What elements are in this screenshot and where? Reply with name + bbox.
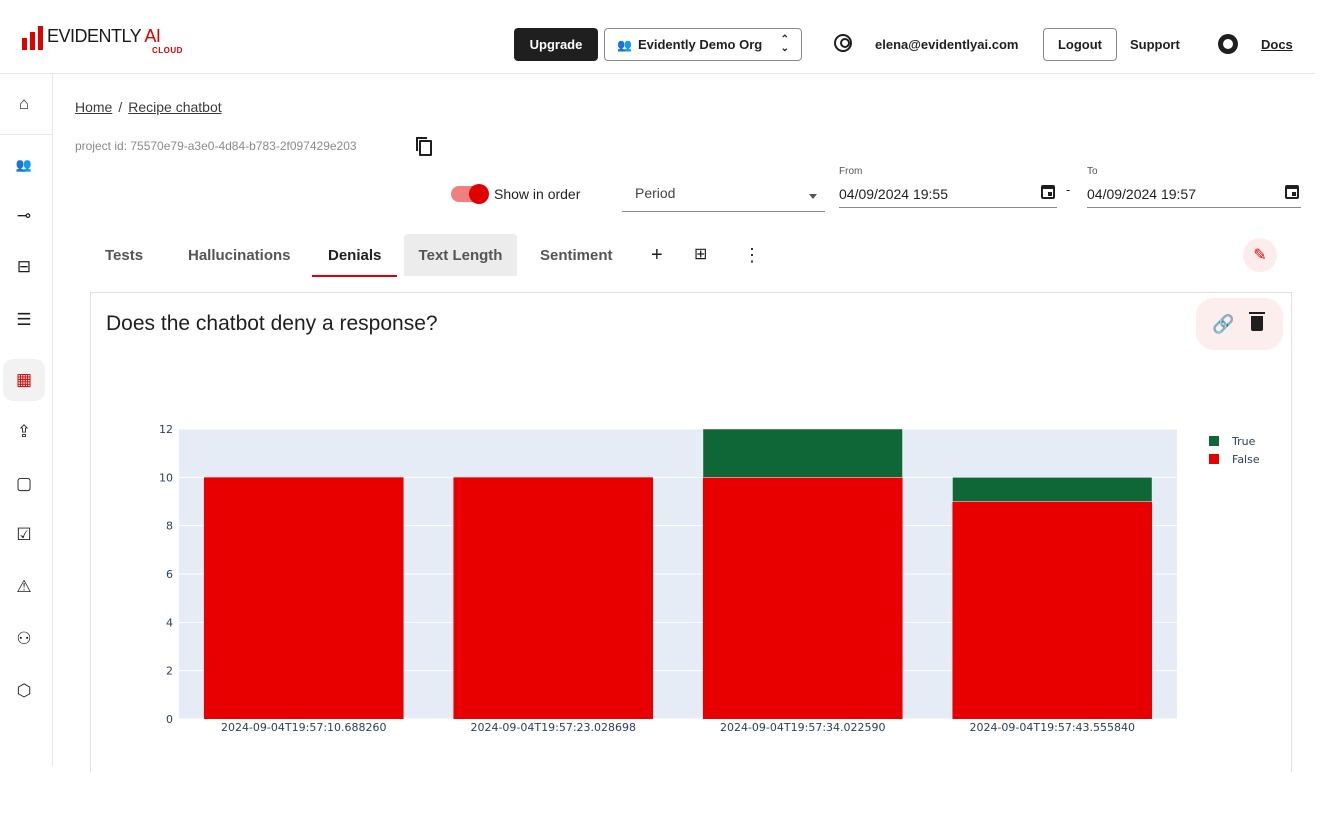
project-id: project id: 75570e79-a3e0-4d84-b783-2f09…: [75, 139, 357, 153]
bar-true: [702, 428, 903, 478]
sidebar-item-alerts[interactable]: ⚠: [3, 566, 45, 608]
y-tick-label: 6: [166, 568, 173, 581]
top-header: EVIDENTLY AI CLOUD Upgrade 👥 Evidently D…: [0, 0, 1315, 74]
legend-swatch: [1209, 454, 1219, 464]
tab-sentiment[interactable]: Sentiment: [524, 234, 629, 276]
more-vert-icon[interactable]: ⋮: [743, 244, 761, 266]
breadcrumb-separator: /: [118, 99, 123, 115]
sidebar-item-tests[interactable]: ☑: [3, 514, 45, 556]
to-label: To: [1087, 166, 1098, 177]
calendar-icon[interactable]: [1041, 185, 1055, 199]
tab-text-length[interactable]: Text Length: [404, 234, 517, 276]
add-tab-icon[interactable]: +: [651, 244, 663, 266]
date-range-dash: -: [1066, 182, 1071, 197]
copy-icon[interactable]: [416, 137, 432, 156]
show-in-order-label: Show in order: [494, 186, 581, 202]
to-value: 04/09/2024 19:57: [1087, 186, 1196, 202]
key-icon: ⊸: [16, 206, 32, 225]
show-in-order-toggle[interactable]: [451, 184, 489, 204]
from-label: From: [839, 166, 863, 177]
org-selector[interactable]: 👥 Evidently Demo Org ⌃ ⌄: [604, 28, 802, 61]
denials-bar-chart: 0 2 4 6 8 10 12 2024-09-04T19:57:10.688260 2024-…: [159, 423, 1260, 734]
to-date-field[interactable]: To 04/09/2024 19:57: [1087, 166, 1301, 208]
sidebar-item-keys[interactable]: ⊸: [3, 195, 45, 237]
breadcrumb-project[interactable]: Recipe chatbot: [128, 99, 221, 115]
warning-icon: ⚠: [16, 577, 32, 596]
x-tick-label: 2024-09-04T19:57:10.688260: [221, 721, 387, 734]
bar-false: [952, 501, 1153, 719]
panels-icon: ▦: [15, 370, 33, 389]
calendar-icon[interactable]: [1285, 185, 1299, 199]
tab-hallucinations[interactable]: Hallucinations: [172, 234, 307, 276]
cube-icon: ⬡: [16, 681, 32, 700]
legend-label: False: [1232, 453, 1260, 466]
docs-link[interactable]: Docs: [1261, 37, 1293, 52]
report-icon: ▢: [15, 474, 33, 493]
x-tick-label: 2024-09-04T19:57:43.555840: [969, 721, 1135, 734]
upload-icon: ⇪: [16, 422, 32, 441]
logo-sub: CLOUD: [152, 46, 183, 55]
user-email: elena@evidentlyai.com: [875, 37, 1019, 52]
y-tick-label: 10: [159, 471, 173, 484]
upgrade-button[interactable]: Upgrade: [514, 28, 598, 61]
caret-down-icon: [809, 194, 817, 199]
y-tick-label: 8: [166, 520, 173, 533]
x-tick-label: 2024-09-04T19:57:34.022590: [720, 721, 886, 734]
y-tick-label: 4: [166, 616, 173, 629]
y-tick-label: 2: [166, 665, 173, 678]
logo-bars-icon: [22, 26, 43, 50]
breadcrumb: Home / Recipe chatbot: [75, 99, 222, 115]
sidebar-item-users[interactable]: 👥: [3, 144, 45, 186]
account-circle-icon[interactable]: [834, 34, 852, 52]
chevron-updown-icon: ⌃ ⌄: [780, 34, 789, 54]
pencil-icon: ✎: [1253, 247, 1267, 264]
sidebar-item-add-user[interactable]: ⚇: [3, 618, 45, 660]
period-select[interactable]: Period: [622, 176, 825, 212]
evidently-logo[interactable]: EVIDENTLY AI CLOUD: [22, 26, 182, 55]
sidebar-item-cube[interactable]: ⬡: [3, 670, 45, 712]
chart-panel: Does the chatbot deny a response? 🔗 0246…: [90, 292, 1292, 772]
org-name: Evidently Demo Org: [637, 37, 763, 52]
from-date-field[interactable]: From 04/09/2024 19:55: [839, 166, 1057, 208]
dashboard-icon: ⊟: [16, 257, 32, 276]
sidebar-item-list[interactable]: ☰: [3, 299, 45, 341]
sidebar-item-panels[interactable]: ▦: [3, 359, 45, 401]
breadcrumb-home[interactable]: Home: [75, 99, 112, 115]
home-icon: ⌂: [18, 94, 30, 113]
support-link[interactable]: Support: [1130, 37, 1180, 52]
list-icon: ☰: [16, 310, 32, 329]
bar-true: [952, 477, 1153, 502]
legend-label: True: [1231, 435, 1256, 448]
from-value: 04/09/2024 19:55: [839, 186, 948, 202]
sidebar-item-upload[interactable]: ⇪: [3, 411, 45, 453]
bar-false: [702, 477, 903, 719]
y-tick-label: 0: [166, 713, 173, 726]
edit-button[interactable]: ✎: [1243, 238, 1277, 272]
github-icon[interactable]: [1218, 34, 1238, 54]
bar-false: [203, 477, 404, 719]
sidebar-item-dashboard[interactable]: ⊟: [3, 246, 45, 288]
logo-text: EVIDENTLY AI: [47, 26, 161, 46]
org-icon: 👥: [617, 37, 632, 52]
logout-button[interactable]: Logout: [1043, 28, 1117, 61]
add-user-icon: ⚇: [16, 629, 32, 648]
legend-swatch: [1209, 436, 1219, 446]
sidebar-item-reports[interactable]: ▢: [3, 463, 45, 505]
checklist-icon: ☑: [16, 525, 32, 544]
tab-tests[interactable]: Tests: [89, 234, 159, 276]
sidebar-item-home[interactable]: ⌂: [3, 83, 45, 125]
x-tick-label: 2024-09-04T19:57:23.028698: [470, 721, 636, 734]
y-tick-label: 12: [159, 423, 173, 436]
period-placeholder: Period: [635, 185, 676, 201]
sidebar: ⌂ 👥 ⊸ ⊟ ☰ ▦ ⇪ ▢ ☑ ⚠ ⚇ ⬡: [0, 74, 53, 766]
add-panel-icon[interactable]: ⊞: [694, 244, 707, 266]
tab-denials[interactable]: Denials: [312, 234, 398, 277]
users-icon: 👥: [15, 157, 33, 172]
sidebar-divider: [0, 134, 53, 135]
bar-false: [453, 477, 654, 719]
